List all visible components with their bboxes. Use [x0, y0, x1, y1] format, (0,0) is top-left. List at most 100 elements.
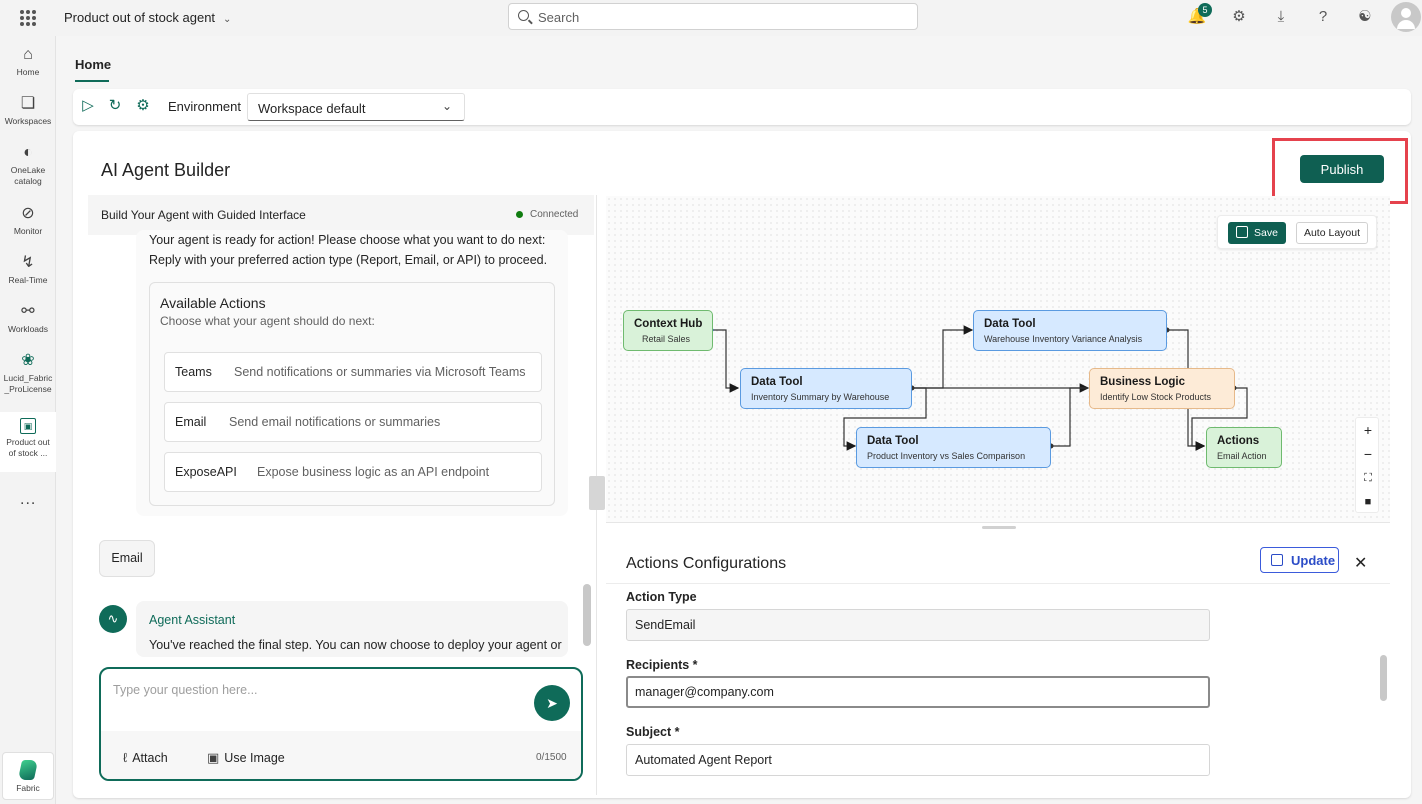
fabric-switcher[interactable]: Fabric — [2, 752, 54, 800]
action-option-desc: Send email notifications or summaries — [229, 415, 441, 429]
rail-item-monitor[interactable]: ⊘ Monitor — [0, 205, 56, 237]
edge-context-to-summary — [711, 329, 740, 393]
config-scrollbar[interactable] — [1380, 655, 1387, 701]
rail-label: OneLake catalog — [10, 165, 46, 186]
action-type-label: Action Type — [626, 590, 697, 604]
zoom-out-icon[interactable]: − — [1356, 442, 1380, 466]
search-icon — [518, 10, 529, 21]
action-option-exposeapi[interactable]: ExposeAPI Expose business logic as an AP… — [164, 452, 542, 492]
node-context-hub[interactable]: Context Hub Retail Sales — [623, 310, 713, 351]
subject-field[interactable]: Automated Agent Report — [626, 744, 1210, 776]
notification-badge: 5 — [1198, 3, 1212, 17]
recipients-field[interactable]: manager@company.com — [626, 676, 1210, 708]
node-subtitle: Inventory Summary by Warehouse — [751, 392, 890, 402]
refresh-icon[interactable]: ↻ — [106, 97, 124, 115]
download-icon[interactable]: ⤓ — [1271, 7, 1291, 27]
save-button[interactable]: Save — [1228, 222, 1286, 244]
node-business-logic[interactable]: Business Logic Identify Low Stock Produc… — [1089, 368, 1235, 409]
monitor-icon: ⊘ — [21, 205, 35, 222]
rail-item-home[interactable]: ⌂ Home — [0, 46, 56, 78]
node-actions[interactable]: Actions Email Action — [1206, 427, 1282, 468]
node-subtitle: Warehouse Inventory Variance Analysis — [984, 334, 1143, 344]
rail-label: Home — [16, 67, 40, 77]
run-icon[interactable]: ▷ — [79, 97, 97, 115]
action-type-field: SendEmail — [626, 609, 1210, 641]
node-variance-analysis[interactable]: Data Tool Warehouse Inventory Variance A… — [973, 310, 1167, 351]
node-inventory-vs-sales[interactable]: Data Tool Product Inventory vs Sales Com… — [856, 427, 1051, 468]
config-resize-handle[interactable] — [982, 526, 1016, 529]
node-inventory-summary[interactable]: Data Tool Inventory Summary by Warehouse — [740, 368, 912, 409]
rail-label: Real-Time — [8, 275, 48, 285]
image-icon: ▣ — [207, 750, 220, 765]
rail-label: Lucid_Fabric _ProLicense — [3, 373, 53, 394]
chevron-down-icon: ⌄ — [223, 14, 232, 25]
rail-item-workloads[interactable]: ⚯ Workloads — [0, 303, 56, 335]
avatar[interactable] — [1391, 2, 1421, 32]
toolbar: ▷ ↻ ⚙ Environment Workspace default ⌄ — [73, 89, 1411, 125]
item-title-dropdown[interactable]: Product out of stock agent ⌄ — [64, 10, 231, 25]
rail-item-realtime[interactable]: ↯ Real-Time — [0, 254, 56, 286]
left-rail: ⌂ Home ❏ Workspaces ◐ OneLake catalog ⊘ … — [0, 36, 56, 804]
attach-button[interactable]: ℓ Attach — [123, 750, 168, 765]
share-people-icon[interactable]: ☯ — [1355, 7, 1375, 27]
auto-layout-button[interactable]: Auto Layout — [1296, 222, 1368, 244]
close-icon[interactable]: ✕ — [1354, 553, 1367, 573]
char-counter: 0/1500 — [536, 752, 567, 763]
help-icon[interactable]: ? — [1313, 7, 1333, 27]
item-title: Product out of stock agent — [64, 10, 216, 25]
node-title: Data Tool — [751, 376, 803, 388]
node-subtitle: Retail Sales — [642, 334, 691, 344]
update-label: Update — [1291, 553, 1336, 568]
settings-icon[interactable]: ⚙ — [134, 97, 152, 115]
use-image-button[interactable]: ▣ Use Image — [207, 750, 285, 766]
tab-home[interactable]: Home — [75, 57, 111, 72]
publish-highlight-box — [1272, 138, 1408, 204]
rail-item-current-agent[interactable]: ▣ Product out of stock ... — [0, 412, 56, 472]
rail-label: Workloads — [8, 324, 48, 334]
save-label: Save — [1254, 227, 1278, 239]
zoom-controls: + − ⛶ ■ — [1355, 417, 1379, 513]
node-title: Context Hub — [634, 318, 703, 330]
node-subtitle: Product Inventory vs Sales Comparison — [867, 451, 1026, 461]
edge-summary-to-variance — [912, 325, 974, 389]
action-option-email[interactable]: Email Send email notifications or summar… — [164, 402, 542, 442]
rail-item-workspaces[interactable]: ❏ Workspaces — [0, 95, 56, 127]
more-icon[interactable]: ... — [20, 491, 36, 509]
available-actions-panel: Available Actions Choose what your agent… — [149, 282, 555, 506]
canvas-toolbar: Save Auto Layout — [1217, 215, 1377, 249]
chevron-down-icon: ⌄ — [441, 99, 452, 113]
action-option-teams[interactable]: Teams Send notifications or summaries vi… — [164, 352, 542, 392]
connection-status: Connected — [530, 209, 579, 220]
search-box[interactable]: Search — [508, 3, 918, 30]
node-subtitle: Email Action — [1217, 451, 1267, 461]
app-launcher-icon[interactable] — [20, 10, 36, 26]
send-icon[interactable]: ➤ — [534, 685, 570, 721]
node-title: Data Tool — [867, 435, 919, 447]
user-message-bubble: Email — [99, 540, 155, 577]
config-title: Actions Configurations — [626, 555, 787, 572]
edge-vssales-to-logic — [1051, 387, 1088, 447]
rail-item-workspace-lucid[interactable]: ❀ Lucid_Fabric _ProLicense — [0, 352, 56, 395]
lock-icon[interactable]: ■ — [1356, 490, 1380, 514]
chat-input-footer: ℓ Attach ▣ Use Image 0/1500 — [101, 731, 581, 779]
environment-select[interactable]: Workspace default ⌄ — [247, 93, 465, 121]
node-title: Actions — [1217, 435, 1260, 447]
fabric-logo-icon — [17, 760, 39, 780]
use-image-label: Use Image — [224, 751, 285, 765]
rail-item-onelake[interactable]: ◐ OneLake catalog — [0, 144, 56, 187]
agent-name: Agent Assistant — [149, 613, 236, 627]
rail-label: Product out of stock ... — [6, 437, 50, 458]
node-title: Data Tool — [984, 318, 1036, 330]
panel-resize-handle[interactable] — [589, 476, 605, 510]
workspace-people-icon: ❀ — [21, 352, 35, 369]
environment-label: Environment — [168, 99, 241, 114]
update-button[interactable]: Update — [1260, 547, 1339, 573]
fit-view-icon[interactable]: ⛶ — [1356, 466, 1380, 490]
chat-input-box[interactable]: Type your question here... ➤ ℓ Attach ▣ Us… — [99, 667, 583, 781]
available-actions-subtitle: Choose what your agent should do next: — [160, 314, 375, 328]
gear-icon[interactable]: ⚙ — [1229, 7, 1249, 27]
canvas-config-divider — [606, 522, 1390, 523]
status-dot-icon — [516, 211, 523, 218]
zoom-in-icon[interactable]: + — [1356, 418, 1380, 442]
chat-scrollbar[interactable] — [583, 584, 591, 646]
